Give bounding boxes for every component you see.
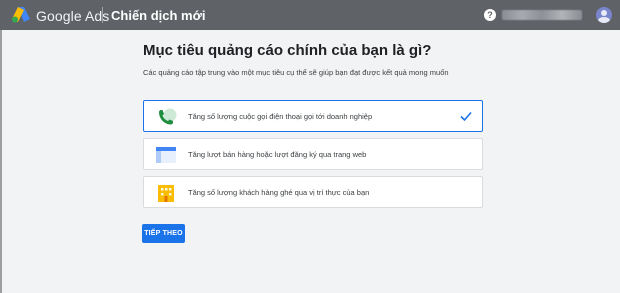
page-title: Chiến dịch mới (111, 8, 206, 23)
goal-option-label: Tăng số lượng cuộc gọi điện thoại gọi tớ… (188, 112, 373, 121)
phone-call-icon (159, 108, 177, 125)
storefront-icon (158, 185, 174, 202)
goal-option-store-visits[interactable]: Tăng số lượng khách hàng ghé qua vị trí … (143, 176, 483, 208)
webpage-icon (156, 147, 176, 163)
account-info-redacted[interactable] (502, 10, 582, 20)
page-subtitle: Các quảng cáo tập trung vào một mục tiêu… (143, 68, 449, 77)
goal-option-label: Tăng số lượng khách hàng ghé qua vị trí … (188, 188, 370, 197)
goal-option-website-sales[interactable]: Tăng lượt bán hàng hoặc lượt đăng ký qua… (143, 138, 483, 170)
brand-name: Google Ads (36, 8, 110, 24)
left-edge-bar (0, 30, 2, 293)
goal-option-phone-calls[interactable]: Tăng số lượng cuộc gọi điện thoại gọi tớ… (143, 100, 483, 132)
top-app-bar: Google Ads Chiến dịch mới ? (0, 0, 620, 30)
help-icon[interactable]: ? (484, 9, 496, 21)
avatar-body-icon (598, 17, 610, 23)
avatar-head-icon (601, 10, 607, 16)
goal-option-label: Tăng lượt bán hàng hoặc lượt đăng ký qua… (188, 150, 367, 159)
header-divider (102, 7, 103, 23)
google-ads-logo-icon[interactable] (11, 6, 31, 23)
avatar[interactable] (596, 7, 612, 23)
next-button[interactable]: TIẾP THEO (142, 224, 185, 243)
checkmark-icon (460, 111, 472, 122)
page-heading: Mục tiêu quảng cáo chính của bạn là gì? (143, 42, 432, 59)
